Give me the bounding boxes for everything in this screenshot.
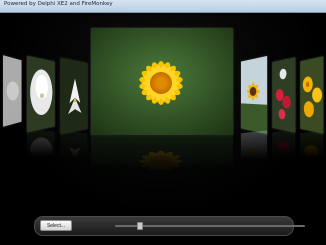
gallery-reflection-yellow-flowers <box>300 130 324 172</box>
gallery-reflection-white-flowers <box>26 128 55 170</box>
slider-thumb[interactable] <box>137 222 143 230</box>
gallery-reflection-white-lily <box>60 130 88 172</box>
gallery-reflection-sunflower <box>240 130 268 172</box>
gallery-slider[interactable] <box>115 222 305 230</box>
app-window: Powered by Delphi XE2 and FireMonkey Sel… <box>0 0 326 245</box>
gallery-image-white-flowers[interactable] <box>26 55 55 133</box>
slider-track[interactable] <box>115 225 305 227</box>
bottom-toolbar: Select... <box>34 216 305 236</box>
coverflow-stage <box>0 13 326 216</box>
gallery-reflection-red-flowers <box>272 129 296 171</box>
window-title: Powered by Delphi XE2 and FireMonkey <box>4 1 113 7</box>
gallery-image-yellow-flowers[interactable] <box>300 56 324 134</box>
gallery-image-sunflower[interactable] <box>240 55 268 135</box>
gallery-reflection-yellow-daisy <box>91 136 233 188</box>
title-bar: Powered by Delphi XE2 and FireMonkey <box>0 0 326 13</box>
gallery-image-white-flowers-far[interactable] <box>3 55 22 127</box>
gallery-image-white-lily[interactable] <box>60 58 88 134</box>
gallery-image-red-flowers[interactable] <box>272 57 296 133</box>
gallery-image-yellow-daisy-selected[interactable] <box>91 28 233 135</box>
select-button[interactable]: Select... <box>40 220 72 231</box>
